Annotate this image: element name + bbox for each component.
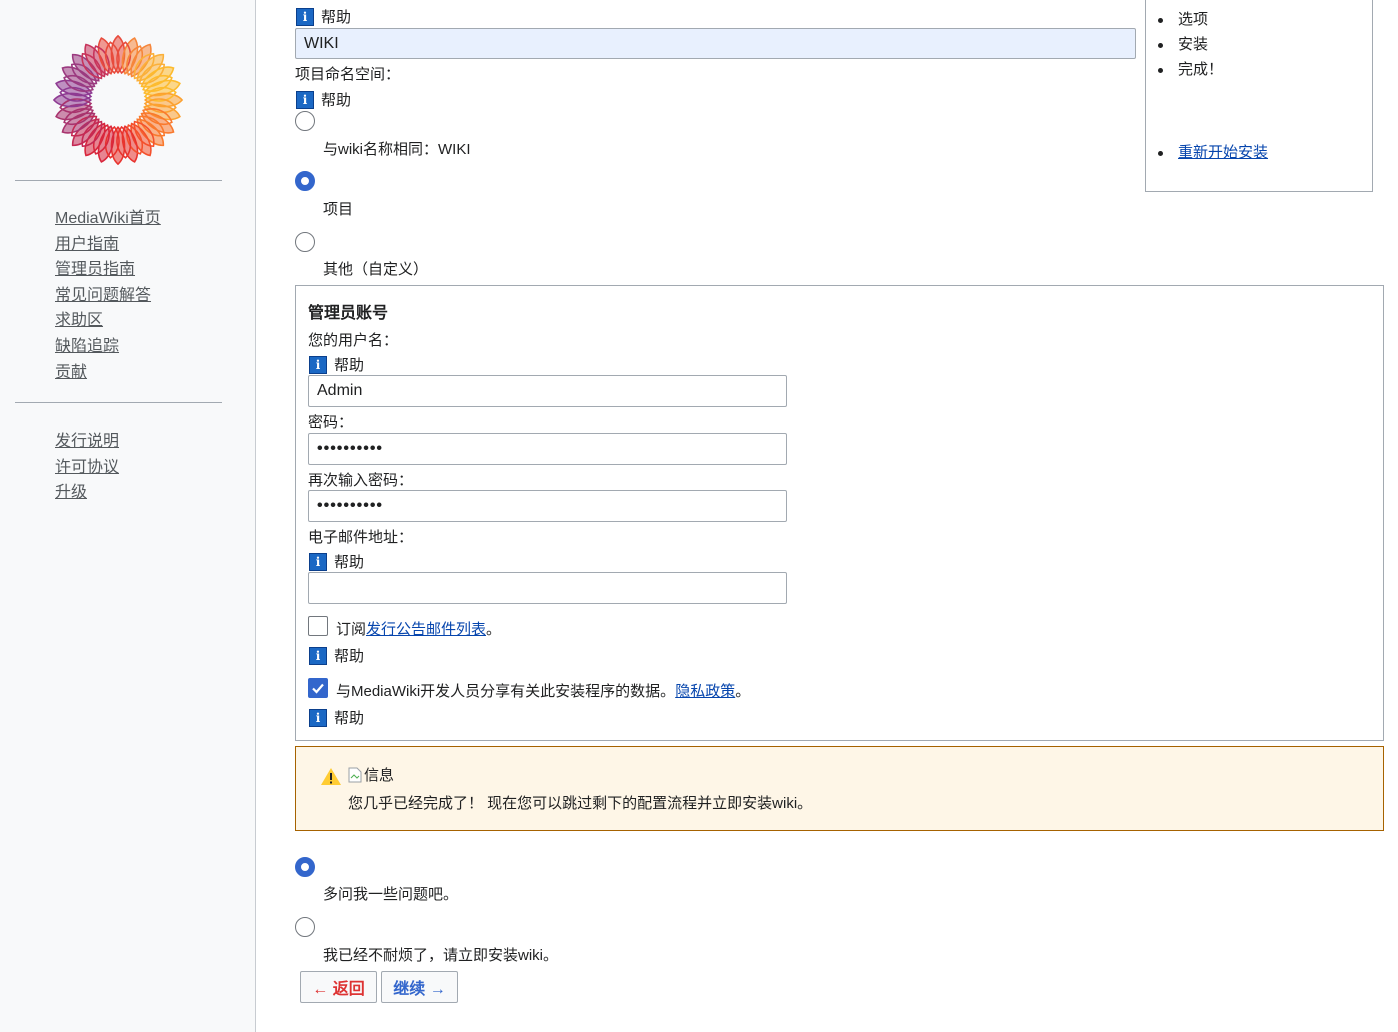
username-value: Admin xyxy=(317,382,363,399)
username-label: 您的用户名： xyxy=(308,332,399,349)
warning-notice: 信息 您几乎已经完成了！ 现在您可以跳过剩下的配置流程并立即安装wiki。 xyxy=(295,746,1384,831)
sidebar-item: 贡献 xyxy=(55,362,161,388)
install-now-radio[interactable] xyxy=(295,917,315,937)
info-icon: i xyxy=(296,7,314,26)
subscribe-suffix: 。 xyxy=(486,621,502,638)
info-icon: i xyxy=(309,355,327,374)
privacy-policy-link[interactable]: 隐私政策 xyxy=(675,683,735,700)
help-label: 帮助 xyxy=(321,9,352,26)
announce-mailing-list-link[interactable]: 发行公告邮件列表 xyxy=(366,621,486,638)
sidebar-item: 常见问题解答 xyxy=(55,285,161,311)
ask-more-label: 多问我一些问题吧。 xyxy=(323,886,459,903)
info-icon: i xyxy=(309,552,327,571)
step-item: 完成！ xyxy=(1157,57,1223,82)
sidebar-item: 升级 xyxy=(55,482,119,508)
sidebar-link-user-guide[interactable]: 用户指南 xyxy=(55,236,119,253)
install-steps-list: 选项 安装 完成！ xyxy=(1157,7,1223,82)
help-link[interactable]: i 帮助 xyxy=(296,6,351,27)
wiki-name-value: WIKI xyxy=(304,34,339,52)
subscribe-checkbox[interactable] xyxy=(308,616,328,636)
back-button[interactable]: ← 返回 xyxy=(300,971,377,1003)
namespace-radio-other-label: 其他（自定义） xyxy=(323,261,429,278)
ask-more-radio[interactable] xyxy=(295,857,315,877)
share-data-text: 与MediaWiki开发人员分享有关此安装程序的数据。 xyxy=(336,683,676,700)
sidebar-link-upgrade[interactable]: 升级 xyxy=(55,484,87,501)
help-label: 帮助 xyxy=(334,648,365,665)
step-item: 选项 xyxy=(1157,7,1223,32)
namespace-radio-project-label: 项目 xyxy=(323,201,354,218)
sidebar-link-release-notes[interactable]: 发行说明 xyxy=(55,433,119,450)
username-input[interactable]: Admin xyxy=(308,375,787,407)
sidebar-link-faq[interactable]: 常见问题解答 xyxy=(55,287,151,304)
share-data-suffix: 。 xyxy=(735,683,751,700)
sidebar-separator xyxy=(15,402,222,403)
password-value: •••••••••• xyxy=(317,440,384,457)
help-link[interactable]: i 帮助 xyxy=(309,551,364,572)
info-icon: i xyxy=(309,708,327,727)
step-item: 安装 xyxy=(1157,32,1223,57)
help-link[interactable]: i 帮助 xyxy=(309,707,364,728)
sidebar-item: 求助区 xyxy=(55,310,161,336)
sidebar-item: 管理员指南 xyxy=(55,259,161,285)
info-icon: i xyxy=(296,90,314,109)
install-steps-panel: 选项 安装 完成！ 重新开始安装 xyxy=(1145,0,1373,192)
sidebar-link-mediawiki-home[interactable]: MediaWiki首页 xyxy=(55,210,161,227)
namespace-radio-same[interactable] xyxy=(295,111,315,131)
admin-account-fieldset: 管理员账号 您的用户名： i 帮助 Admin 密码： •••••••••• 再… xyxy=(295,285,1384,741)
password-confirm-label: 再次输入密码： xyxy=(308,472,414,489)
info-icon: i xyxy=(309,646,327,665)
password-label: 密码： xyxy=(308,414,354,431)
namespace-radio-project[interactable] xyxy=(295,171,315,191)
wiki-name-input[interactable]: WIKI xyxy=(295,28,1136,59)
sidebar-item: 用户指南 xyxy=(55,234,161,260)
restart-item: 重新开始安装 xyxy=(1157,140,1268,165)
help-link[interactable]: i 帮助 xyxy=(309,645,364,666)
broken-image-icon xyxy=(348,767,362,782)
sidebar: MediaWiki首页 用户指南 管理员指南 常见问题解答 求助区 缺陷追踪 贡… xyxy=(0,0,255,1032)
continue-button[interactable]: 继续 → xyxy=(381,971,458,1003)
namespace-radio-same-label: 与wiki名称相同：WIKI xyxy=(323,141,471,158)
subscribe-label: 订阅发行公告邮件列表。 xyxy=(336,618,501,639)
namespace-radio-other[interactable] xyxy=(295,232,315,252)
sidebar-nav-primary: MediaWiki首页 用户指南 管理员指南 常见问题解答 求助区 缺陷追踪 贡… xyxy=(55,208,161,387)
sidebar-link-contribute[interactable]: 贡献 xyxy=(55,364,87,381)
sidebar-link-license[interactable]: 许可协议 xyxy=(55,459,119,476)
help-label: 帮助 xyxy=(321,92,352,109)
sidebar-item: 发行说明 xyxy=(55,431,119,457)
share-data-label: 与MediaWiki开发人员分享有关此安装程序的数据。隐私政策。 xyxy=(336,680,750,701)
help-label: 帮助 xyxy=(334,357,365,374)
restart-list: 重新开始安装 xyxy=(1157,140,1268,165)
help-label: 帮助 xyxy=(334,710,365,727)
share-data-checkbox[interactable] xyxy=(308,678,328,698)
email-label: 电子邮件地址： xyxy=(308,529,414,546)
admin-account-legend: 管理员账号 xyxy=(308,305,389,322)
help-label: 帮助 xyxy=(334,554,365,571)
sidebar-nav-secondary: 发行说明 许可协议 升级 xyxy=(55,431,119,508)
help-link[interactable]: i 帮助 xyxy=(296,89,351,110)
email-input[interactable] xyxy=(308,572,787,604)
password-input[interactable]: •••••••••• xyxy=(308,433,787,465)
info-image-alt: 信息 xyxy=(364,767,395,784)
info-image: 信息 xyxy=(348,764,394,785)
password-confirm-input[interactable]: •••••••••• xyxy=(308,490,787,522)
sidebar-link-admin-guide[interactable]: 管理员指南 xyxy=(55,261,135,278)
sidebar-separator xyxy=(15,180,222,181)
mediawiki-logo[interactable] xyxy=(50,32,186,168)
warning-icon xyxy=(321,768,341,785)
subscribe-prefix: 订阅 xyxy=(336,621,367,638)
sidebar-item: MediaWiki首页 xyxy=(55,208,161,234)
install-now-label: 我已经不耐烦了，请立即安装wiki。 xyxy=(323,947,558,964)
sidebar-link-bug-tracker[interactable]: 缺陷追踪 xyxy=(55,338,119,355)
sidebar-item: 缺陷追踪 xyxy=(55,336,161,362)
restart-install-link[interactable]: 重新开始安装 xyxy=(1178,144,1268,161)
sidebar-item: 许可协议 xyxy=(55,457,119,483)
project-namespace-label: 项目命名空间： xyxy=(295,66,401,83)
password-confirm-value: •••••••••• xyxy=(317,497,384,514)
help-link[interactable]: i 帮助 xyxy=(309,354,364,375)
notice-text: 您几乎已经完成了！ 现在您可以跳过剩下的配置流程并立即安装wiki。 xyxy=(348,795,813,812)
checkmark-icon xyxy=(312,683,324,694)
sidebar-link-help-desk[interactable]: 求助区 xyxy=(55,312,103,329)
